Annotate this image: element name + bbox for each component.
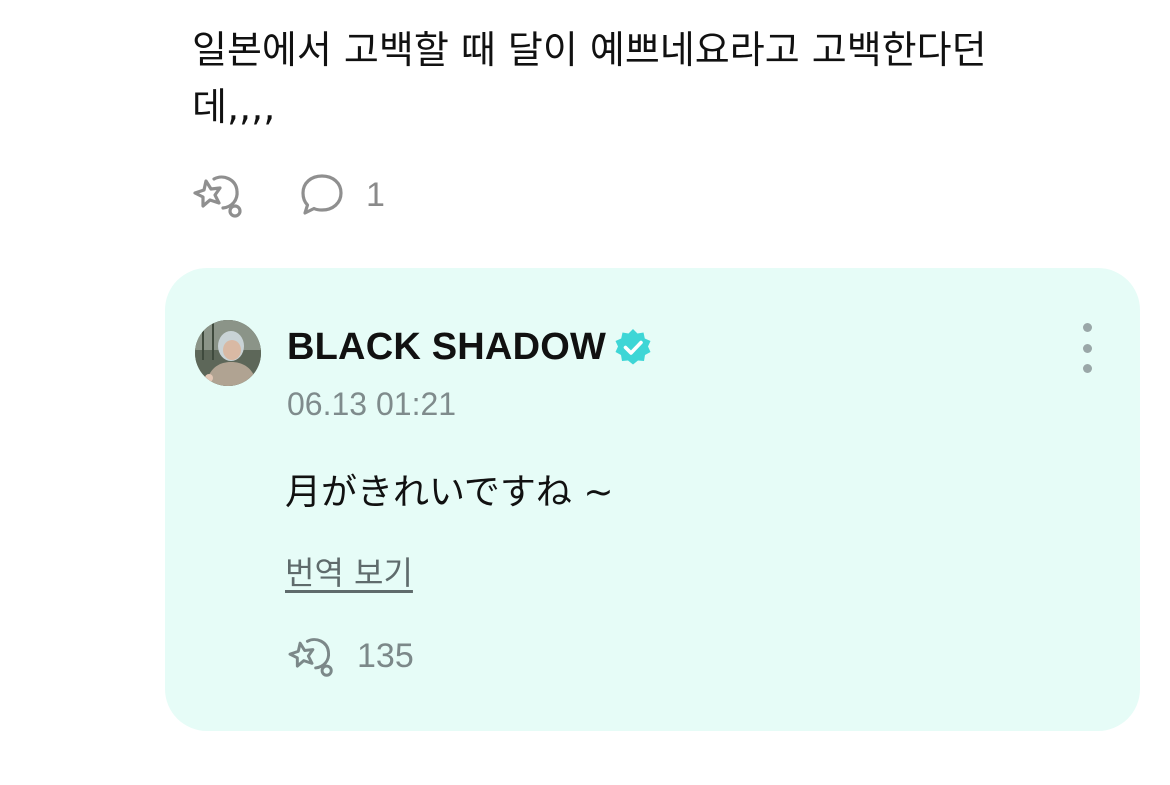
translate-link[interactable]: 번역 보기 <box>285 548 413 594</box>
author-name[interactable]: BLACK SHADOW <box>287 326 606 369</box>
artist-avatar[interactable] <box>195 320 261 386</box>
reply-timestamp: 06.13 01:21 <box>287 386 457 422</box>
reply-cheer-button[interactable]: 135 <box>287 634 414 678</box>
cheer-button[interactable] <box>192 171 246 219</box>
reply-text: 月がきれいですね ~ <box>285 472 614 513</box>
reply-actions: 135 <box>287 634 414 678</box>
comment-bubble-icon <box>301 174 343 215</box>
more-vertical-icon <box>1082 323 1092 332</box>
reply-cheer-count: 135 <box>357 636 414 675</box>
comment-count: 1 <box>366 175 385 214</box>
post-actions: 1 <box>192 170 385 220</box>
author-row: BLACK SHADOW <box>287 326 654 369</box>
cheer-icon <box>288 638 333 677</box>
verified-badge-icon <box>615 328 651 364</box>
comment-button[interactable]: 1 <box>298 172 385 218</box>
avatar-image <box>195 320 261 386</box>
post: 일본에서 고백할 때 달이 예쁘네요라고 고백한다던 데,,,, <box>192 22 1092 136</box>
post-text: 일본에서 고백할 때 달이 예쁘네요라고 고백한다던 데,,,, <box>192 28 987 129</box>
more-options-button[interactable] <box>1075 323 1099 373</box>
artist-reply-card[interactable]: BLACK SHADOW 06.13 01:21 月がきれいですね ~ 번역 보… <box>165 268 1140 731</box>
cheer-icon <box>193 175 242 218</box>
